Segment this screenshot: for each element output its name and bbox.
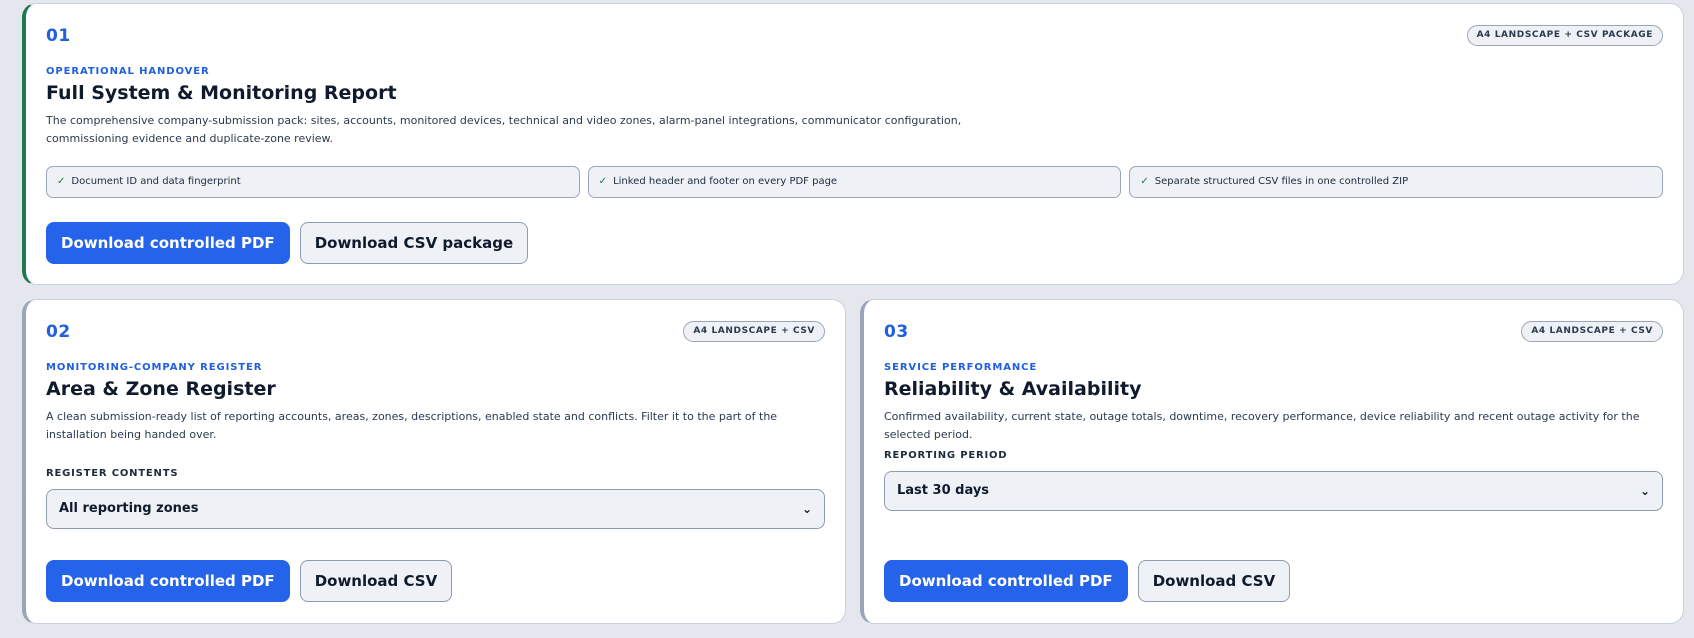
register-contents-select[interactable]: All reporting zones ⌄ [46, 489, 825, 529]
card-description: Confirmed availability, current state, o… [884, 410, 1640, 441]
card-description: A clean submission-ready list of reporti… [46, 410, 778, 441]
download-pdf-button[interactable]: Download controlled PDF [46, 222, 290, 264]
check-icon: ✓ [1140, 176, 1149, 187]
format-badge: A4 LANDSCAPE + CSV PACKAGE [1466, 25, 1663, 46]
reporting-period-select[interactable]: Last 30 days ⌄ [884, 471, 1663, 511]
register-contents-label: REGISTER CONTENTS [46, 468, 179, 479]
area-zone-register-card: 02 A4 LANDSCAPE + CSV MONITORING-COMPANY… [22, 299, 846, 624]
check-icon: ✓ [598, 176, 608, 187]
card-number: 02 [46, 322, 71, 342]
feature-item: ✓ Document ID and data fingerprint [46, 166, 580, 198]
chevron-down-icon: ⌄ [801, 502, 812, 516]
download-csv-button[interactable]: Download CSV [299, 560, 453, 602]
feature-label: Document ID and data fingerprint [71, 176, 241, 187]
feature-item: ✓ Linked header and footer on every PDF p… [587, 166, 1122, 198]
download-pdf-button[interactable]: Download controlled PDF [46, 560, 290, 602]
card-actions: Download controlled PDF Download CSV pac… [46, 222, 529, 264]
card-actions: Download controlled PDF Download CSV [884, 560, 1291, 602]
format-badge: A4 LANDSCAPE + CSV [1521, 321, 1663, 342]
card-title: Reliability & Availability [884, 378, 1142, 400]
select-value: All reporting zones [59, 501, 199, 516]
card-actions: Download controlled PDF Download CSV [46, 560, 453, 602]
card-title: Area & Zone Register [46, 378, 276, 400]
download-pdf-button[interactable]: Download controlled PDF [884, 560, 1128, 602]
card-eyebrow: SERVICE PERFORMANCE [884, 362, 1038, 373]
reporting-period-label: REPORTING PERIOD [884, 450, 1008, 461]
card-number: 03 [884, 322, 909, 342]
card-eyebrow: OPERATIONAL HANDOVER [46, 66, 210, 77]
feature-item: ✓ Separate structured CSV files in one co… [1129, 166, 1664, 198]
check-icon: ✓ [57, 176, 66, 187]
select-value: Last 30 days [897, 483, 990, 498]
full-system-report-card: 01 A4 LANDSCAPE + CSV PACKAGE OPERATIONA… [22, 3, 1684, 285]
feature-list: ✓ Document ID and data fingerprint ✓ Linke… [46, 166, 1664, 198]
reliability-availability-card: 03 A4 LANDSCAPE + CSV SERVICE PERFORMANC… [860, 299, 1684, 624]
card-number: 01 [46, 26, 71, 46]
download-csv-button[interactable]: Download CSV [1137, 560, 1291, 602]
chevron-down-icon: ⌄ [1639, 484, 1650, 498]
card-title: Full System & Monitoring Report [46, 82, 397, 104]
feature-label: Linked header and footer on every PDF pa… [613, 176, 838, 187]
card-eyebrow: MONITORING-COMPANY REGISTER [46, 362, 263, 373]
format-badge: A4 LANDSCAPE + CSV [683, 321, 825, 342]
feature-label: Separate structured CSV files in one con… [1154, 176, 1409, 187]
download-csv-package-button[interactable]: Download CSV package [299, 222, 529, 264]
card-description: The comprehensive company-submission pac… [46, 114, 962, 145]
